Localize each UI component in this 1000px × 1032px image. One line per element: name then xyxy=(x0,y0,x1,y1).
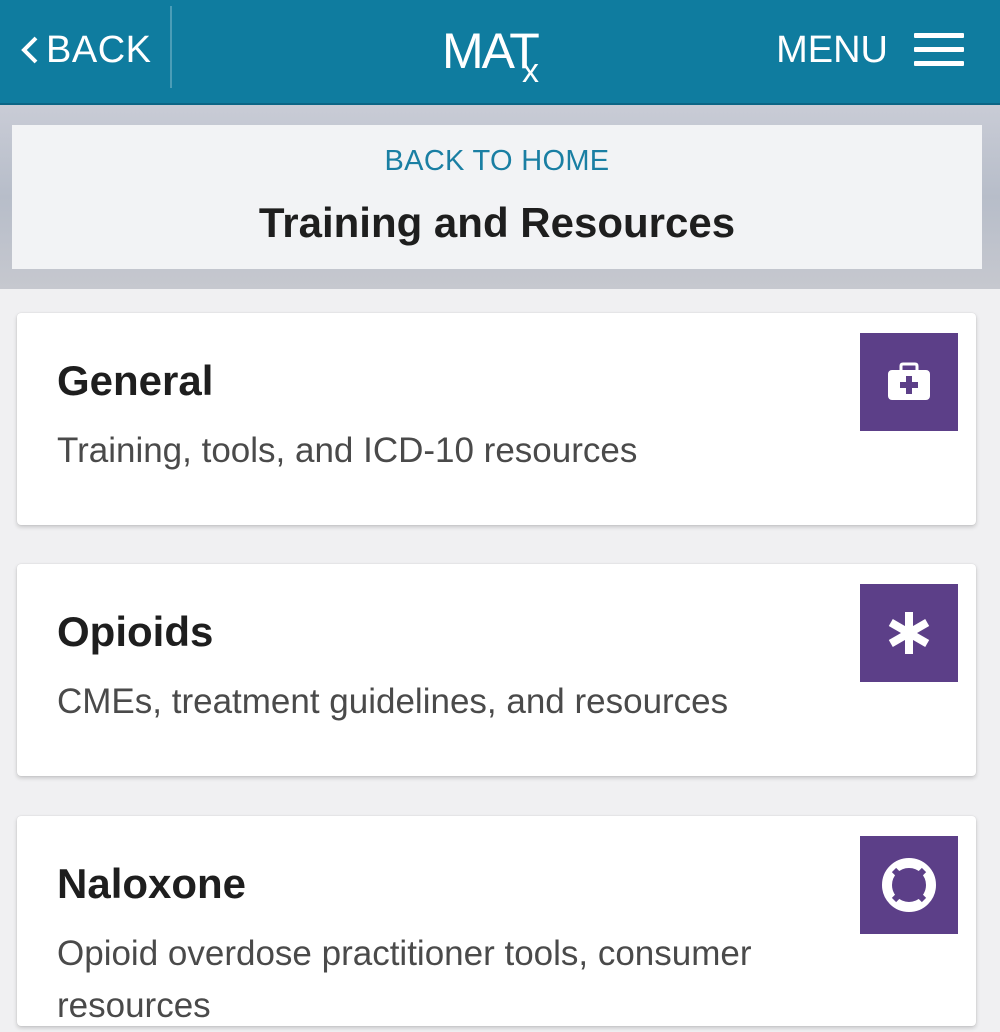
page-title: Training and Resources xyxy=(258,199,736,246)
life-ring-icon xyxy=(860,836,958,934)
card-description: Training, tools, and ICD-10 resources xyxy=(57,431,638,470)
briefcase-medical-icon xyxy=(860,333,958,431)
card-title: Opioids xyxy=(57,608,214,655)
page-header-panel: BACK TO HOME Training and Resources xyxy=(12,125,982,269)
card-title: General xyxy=(57,357,214,404)
back-button-label: BACK xyxy=(46,28,152,71)
back-to-home-link[interactable]: BACK TO HOME xyxy=(12,145,982,178)
app-logo[interactable]: MAT x xyxy=(442,22,540,90)
page-header-banner: BACK TO HOME Training and Resources xyxy=(0,105,1000,289)
asterisk-icon xyxy=(860,584,958,682)
logo-subscript: x xyxy=(522,52,539,90)
hamburger-icon xyxy=(914,33,964,67)
card-description: Opioid overdose practitioner tools, cons… xyxy=(57,934,752,1025)
chevron-left-icon xyxy=(21,36,38,64)
nav-divider xyxy=(170,6,172,88)
resource-card-opioids[interactable]: Opioids CMEs, treatment guidelines, and … xyxy=(17,564,976,776)
card-title: Naloxone xyxy=(57,860,247,907)
menu-button-label: MENU xyxy=(776,28,888,71)
menu-button[interactable]: MENU xyxy=(776,0,964,100)
top-nav-bar: BACK MAT x MENU xyxy=(0,0,1000,105)
resource-card-naloxone[interactable]: Naloxone Opioid overdose practitioner to… xyxy=(17,816,976,1026)
back-button[interactable]: BACK xyxy=(0,0,172,100)
card-description: CMEs, treatment guidelines, and resource… xyxy=(57,682,729,721)
resource-card-general[interactable]: General Training, tools, and ICD-10 reso… xyxy=(17,313,976,525)
